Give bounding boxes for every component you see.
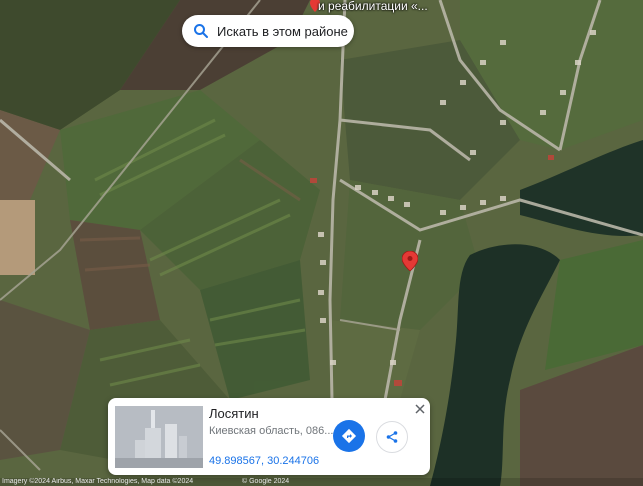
close-icon — [415, 404, 425, 414]
directions-button[interactable] — [333, 420, 365, 452]
search-this-area-button[interactable]: Искать в этом районе — [182, 15, 354, 47]
share-icon — [386, 431, 398, 443]
place-title: Лосятин — [209, 406, 259, 421]
share-button[interactable] — [376, 421, 408, 453]
attribution-google: © Google 2024 — [242, 478, 290, 485]
search-this-area-label: Искать в этом районе — [217, 23, 348, 39]
close-button[interactable] — [413, 402, 427, 416]
poi-label[interactable]: и реабилитации «... — [318, 0, 428, 14]
directions-icon — [341, 428, 357, 444]
attribution-imagery: Imagery ©2024 Airbus, Maxar Technologies… — [2, 478, 194, 485]
search-icon — [193, 23, 209, 39]
place-card[interactable]: Лосятин Киевская область, 086... 49.8985… — [108, 398, 430, 475]
building-illustration-icon — [115, 406, 203, 468]
place-coordinates[interactable]: 49.898567, 30.244706 — [209, 455, 319, 467]
place-thumbnail[interactable] — [115, 406, 203, 468]
location-pin-icon[interactable] — [401, 250, 419, 272]
satellite-map[interactable]: и реабилитации «... Искать в этом районе — [0, 0, 643, 486]
place-address: Киевская область, 086... — [209, 425, 334, 437]
map-attribution: Imagery ©2024 Airbus, Maxar Technologies… — [0, 478, 643, 486]
